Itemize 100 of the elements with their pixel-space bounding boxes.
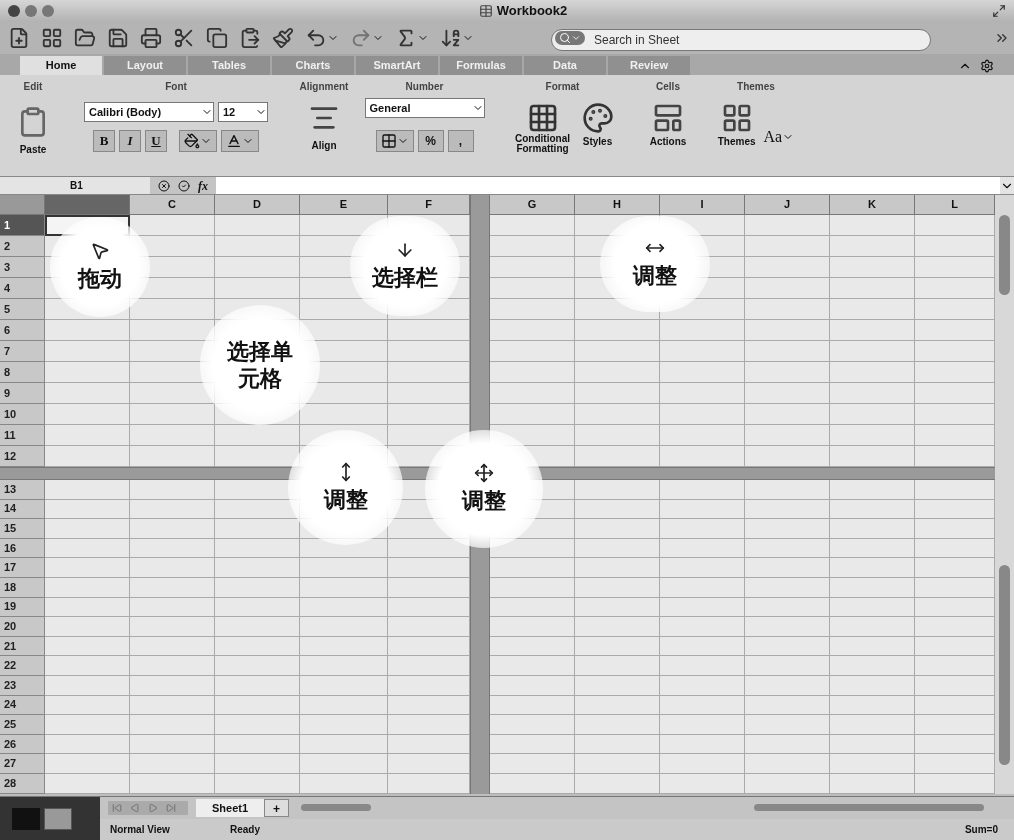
- comma-button[interactable]: ,: [447, 130, 474, 152]
- group-title: Format: [545, 80, 580, 94]
- row-number[interactable]: 16: [0, 538, 45, 559]
- font-color-icon: [226, 133, 242, 149]
- horizontal-scroll-thumb[interactable]: [754, 804, 984, 812]
- row-number[interactable]: 23: [0, 675, 45, 696]
- annotation-label: 调整: [462, 487, 506, 515]
- caret-icon: [571, 33, 581, 43]
- row-number[interactable]: 22: [0, 656, 45, 676]
- layout-view-button[interactable]: [44, 807, 72, 830]
- annotation-label: 拖动: [78, 265, 122, 293]
- styles-button[interactable]: Styles: [581, 102, 614, 154]
- row-number[interactable]: 12: [0, 446, 45, 467]
- row-number[interactable]: 5: [0, 299, 45, 320]
- row-number[interactable]: 10: [0, 404, 45, 425]
- underline-button[interactable]: U: [145, 130, 167, 152]
- row-number[interactable]: 11: [0, 425, 45, 446]
- conditional-formatting-button[interactable]: Conditional Formatting: [511, 102, 574, 154]
- row-number[interactable]: 14: [0, 499, 45, 520]
- cancel-icon[interactable]: [158, 179, 170, 192]
- column-header[interactable]: H: [575, 195, 660, 215]
- search-scope-button[interactable]: [555, 31, 585, 45]
- font-color-button[interactable]: [221, 130, 259, 152]
- pointer-icon: [90, 241, 110, 262]
- row-number[interactable]: 6: [0, 320, 45, 341]
- group-title: Cells: [656, 80, 680, 94]
- paste-button[interactable]: Paste: [17, 102, 49, 157]
- ribbon-tab[interactable]: Home: [20, 56, 102, 75]
- italic-button[interactable]: I: [119, 130, 141, 152]
- cells-icon: [652, 102, 684, 134]
- sheet-tab[interactable]: Sheet1: [196, 798, 265, 817]
- row-number[interactable]: 3: [0, 257, 45, 278]
- column-header[interactable]: L: [915, 195, 995, 215]
- row-number[interactable]: 8: [0, 362, 45, 383]
- row-number[interactable]: 18: [0, 577, 45, 598]
- number-format-dropdown[interactable]: General: [364, 98, 485, 118]
- bold-button[interactable]: B: [93, 130, 115, 152]
- row-number[interactable]: 21: [0, 636, 45, 657]
- row-number[interactable]: 4: [0, 278, 45, 299]
- column-header[interactable]: E: [300, 195, 388, 215]
- row-number[interactable]: 7: [0, 341, 45, 362]
- row-number[interactable]: 28: [0, 773, 45, 794]
- vertical-scrollbar[interactable]: [995, 195, 1014, 794]
- group-title: Themes: [737, 80, 775, 94]
- column-header[interactable]: C: [130, 195, 215, 215]
- document-icon: [478, 4, 493, 18]
- add-sheet-button[interactable]: +: [264, 798, 290, 817]
- fullscreen-icon[interactable]: [992, 4, 1006, 18]
- undo-icon: [305, 27, 327, 49]
- search-icon: [559, 32, 571, 44]
- search-field[interactable]: Search in Sheet: [551, 29, 931, 51]
- font-family-dropdown[interactable]: Calibri (Body): [84, 102, 214, 122]
- row-number[interactable]: 19: [0, 597, 45, 618]
- column-header[interactable]: F: [388, 195, 470, 215]
- scroll-thumb[interactable]: [999, 215, 1010, 295]
- sum-indicator: Sum=0: [964, 822, 998, 837]
- row-number[interactable]: 15: [0, 519, 45, 539]
- annotation-label: 调整: [323, 485, 368, 514]
- fill-color-button[interactable]: [179, 130, 217, 152]
- name-box[interactable]: B1: [0, 177, 150, 194]
- align-button[interactable]: Align: [308, 102, 340, 153]
- row-number[interactable]: 24: [0, 695, 45, 716]
- annotation-label: 选择单元格: [226, 337, 294, 393]
- close-button[interactable]: [8, 5, 20, 17]
- row-number[interactable]: 1: [0, 215, 45, 236]
- annotation-label: 选择栏: [372, 264, 438, 292]
- themes-button[interactable]: Themes: [717, 102, 756, 149]
- row-number[interactable]: 27: [0, 754, 45, 774]
- theme-fonts-button[interactable]: Aa: [763, 125, 795, 149]
- font-size-dropdown[interactable]: 12: [218, 102, 268, 122]
- group-title: Edit: [23, 80, 43, 94]
- row-number[interactable]: 20: [0, 617, 45, 637]
- row-number[interactable]: 17: [0, 558, 45, 578]
- row-number[interactable]: 9: [0, 383, 45, 404]
- scroll-thumb[interactable]: [999, 565, 1010, 765]
- confirm-icon[interactable]: [178, 179, 190, 192]
- palette-icon: [581, 102, 614, 134]
- column-header[interactable]: G: [490, 195, 575, 215]
- formula-field[interactable]: [216, 177, 1000, 194]
- row-number[interactable]: 13: [0, 480, 45, 500]
- group-title: Number: [405, 80, 444, 94]
- move-icon: [474, 463, 494, 484]
- fx-button[interactable]: fx: [198, 176, 208, 195]
- column-header[interactable]: K: [830, 195, 915, 215]
- row-number[interactable]: 2: [0, 236, 45, 257]
- window-title: Workbook2: [496, 2, 568, 21]
- minimize-button[interactable]: [25, 5, 37, 17]
- actions-button[interactable]: Actions: [649, 102, 687, 149]
- currency-icon: [380, 133, 397, 149]
- currency-button[interactable]: [375, 130, 414, 152]
- zoom-button[interactable]: [42, 5, 54, 17]
- column-header[interactable]: I: [660, 195, 745, 215]
- group-title: Font: [165, 80, 187, 94]
- settings-icon[interactable]: [980, 58, 994, 73]
- column-header[interactable]: J: [745, 195, 830, 215]
- percent-button[interactable]: %: [417, 130, 444, 152]
- row-number[interactable]: 25: [0, 715, 45, 735]
- row-number[interactable]: 26: [0, 734, 45, 755]
- column-header[interactable]: D: [215, 195, 300, 215]
- horizontal-scroll-thumb[interactable]: [301, 804, 372, 812]
